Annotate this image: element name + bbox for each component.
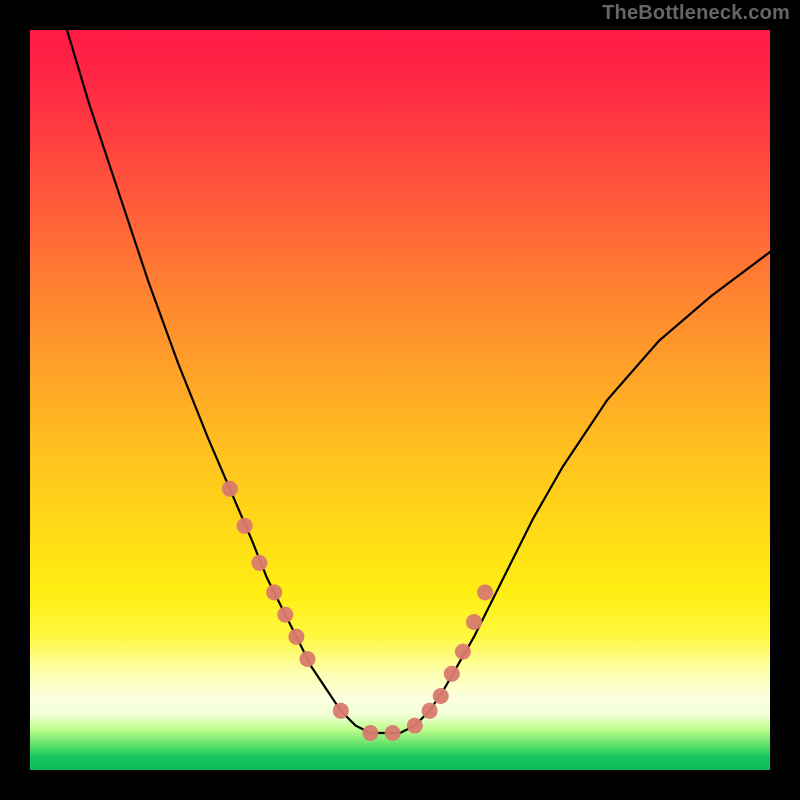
watermark-text: TheBottleneck.com	[602, 2, 790, 25]
marker-dot	[385, 725, 401, 741]
marker-dot	[455, 644, 471, 660]
marker-dot	[222, 481, 238, 497]
marker-dot	[266, 584, 282, 600]
marker-dot	[288, 629, 304, 645]
marker-dot	[422, 703, 438, 719]
marker-dot	[362, 725, 378, 741]
marker-dot	[333, 703, 349, 719]
marker-dot	[477, 584, 493, 600]
marker-dot	[300, 651, 316, 667]
marker-dot	[444, 666, 460, 682]
marker-dot	[466, 614, 482, 630]
marker-dot	[237, 518, 253, 534]
plot-area	[30, 30, 770, 770]
marker-dot	[251, 555, 267, 571]
bottleneck-curve	[67, 30, 770, 733]
chart-stage: TheBottleneck.com	[0, 0, 800, 800]
curve-path-group	[67, 30, 770, 733]
curve-layer	[30, 30, 770, 770]
marker-dots	[222, 481, 493, 741]
marker-dot	[277, 607, 293, 623]
marker-dot	[407, 718, 423, 734]
marker-dot	[433, 688, 449, 704]
